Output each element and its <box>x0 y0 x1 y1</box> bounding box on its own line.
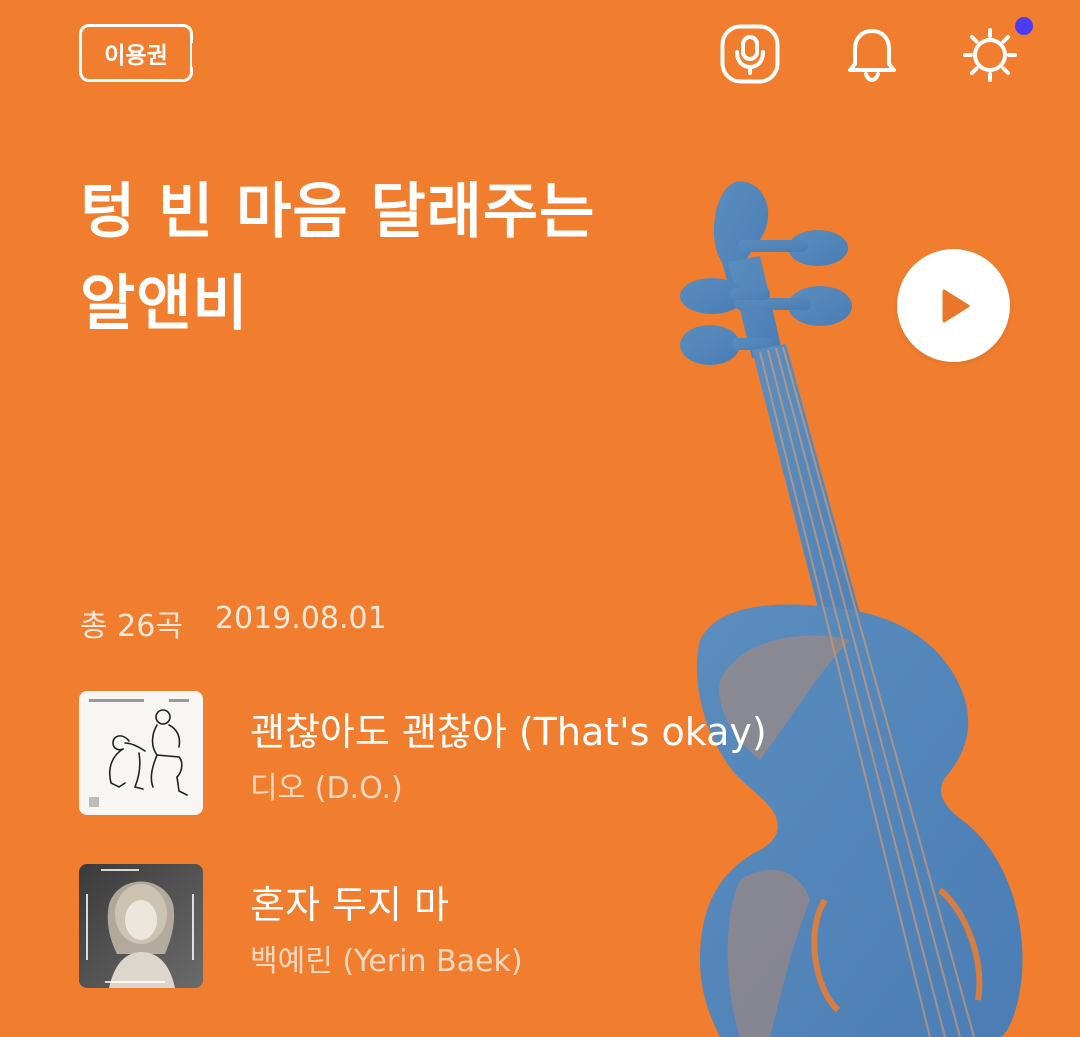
track-item[interactable]: 괜찮아도 괜찮아 (That's okay) 디오 (D.O.) <box>79 691 879 815</box>
ticket-notch-cover <box>192 43 198 67</box>
album-cover <box>79 691 203 815</box>
play-button[interactable] <box>897 249 1010 362</box>
notification-dot <box>1015 17 1033 35</box>
playlist-meta: 총 26곡 2019.08.01 <box>80 601 387 645</box>
mic-icon[interactable] <box>720 24 780 84</box>
play-icon <box>942 289 969 322</box>
settings-icon[interactable] <box>960 24 1020 84</box>
track-artist: 디오 (D.O.) <box>250 771 403 806</box>
bell-icon[interactable] <box>842 24 902 84</box>
track-title: 괜찮아도 괜찮아 (That's okay) <box>250 710 767 754</box>
playlist-date: 2019.08.01 <box>214 601 387 636</box>
playlist-title: 텅 빈 마음 달래주는 알앤비 <box>80 166 780 350</box>
track-artist: 백예린 (Yerin Baek) <box>250 944 523 979</box>
track-item[interactable]: 혼자 두지 마 백예린 (Yerin Baek) <box>79 864 879 988</box>
track-title: 혼자 두지 마 <box>250 883 449 927</box>
ticket-label: 이용권 <box>104 43 168 69</box>
album-cover <box>79 864 203 988</box>
playlist-title-line2: 알앤비 <box>80 269 249 339</box>
ticket-button[interactable]: 이용권 <box>79 24 198 82</box>
playlist-title-line1: 텅 빈 마음 달래주는 <box>80 177 596 247</box>
playlist-screen: 이용권 텅 빈 마음 달래주는 알앤비 총 26곡 2019.08.01 괜찮아… <box>0 0 1080 1037</box>
track-count: 총 26곡 <box>80 609 183 644</box>
